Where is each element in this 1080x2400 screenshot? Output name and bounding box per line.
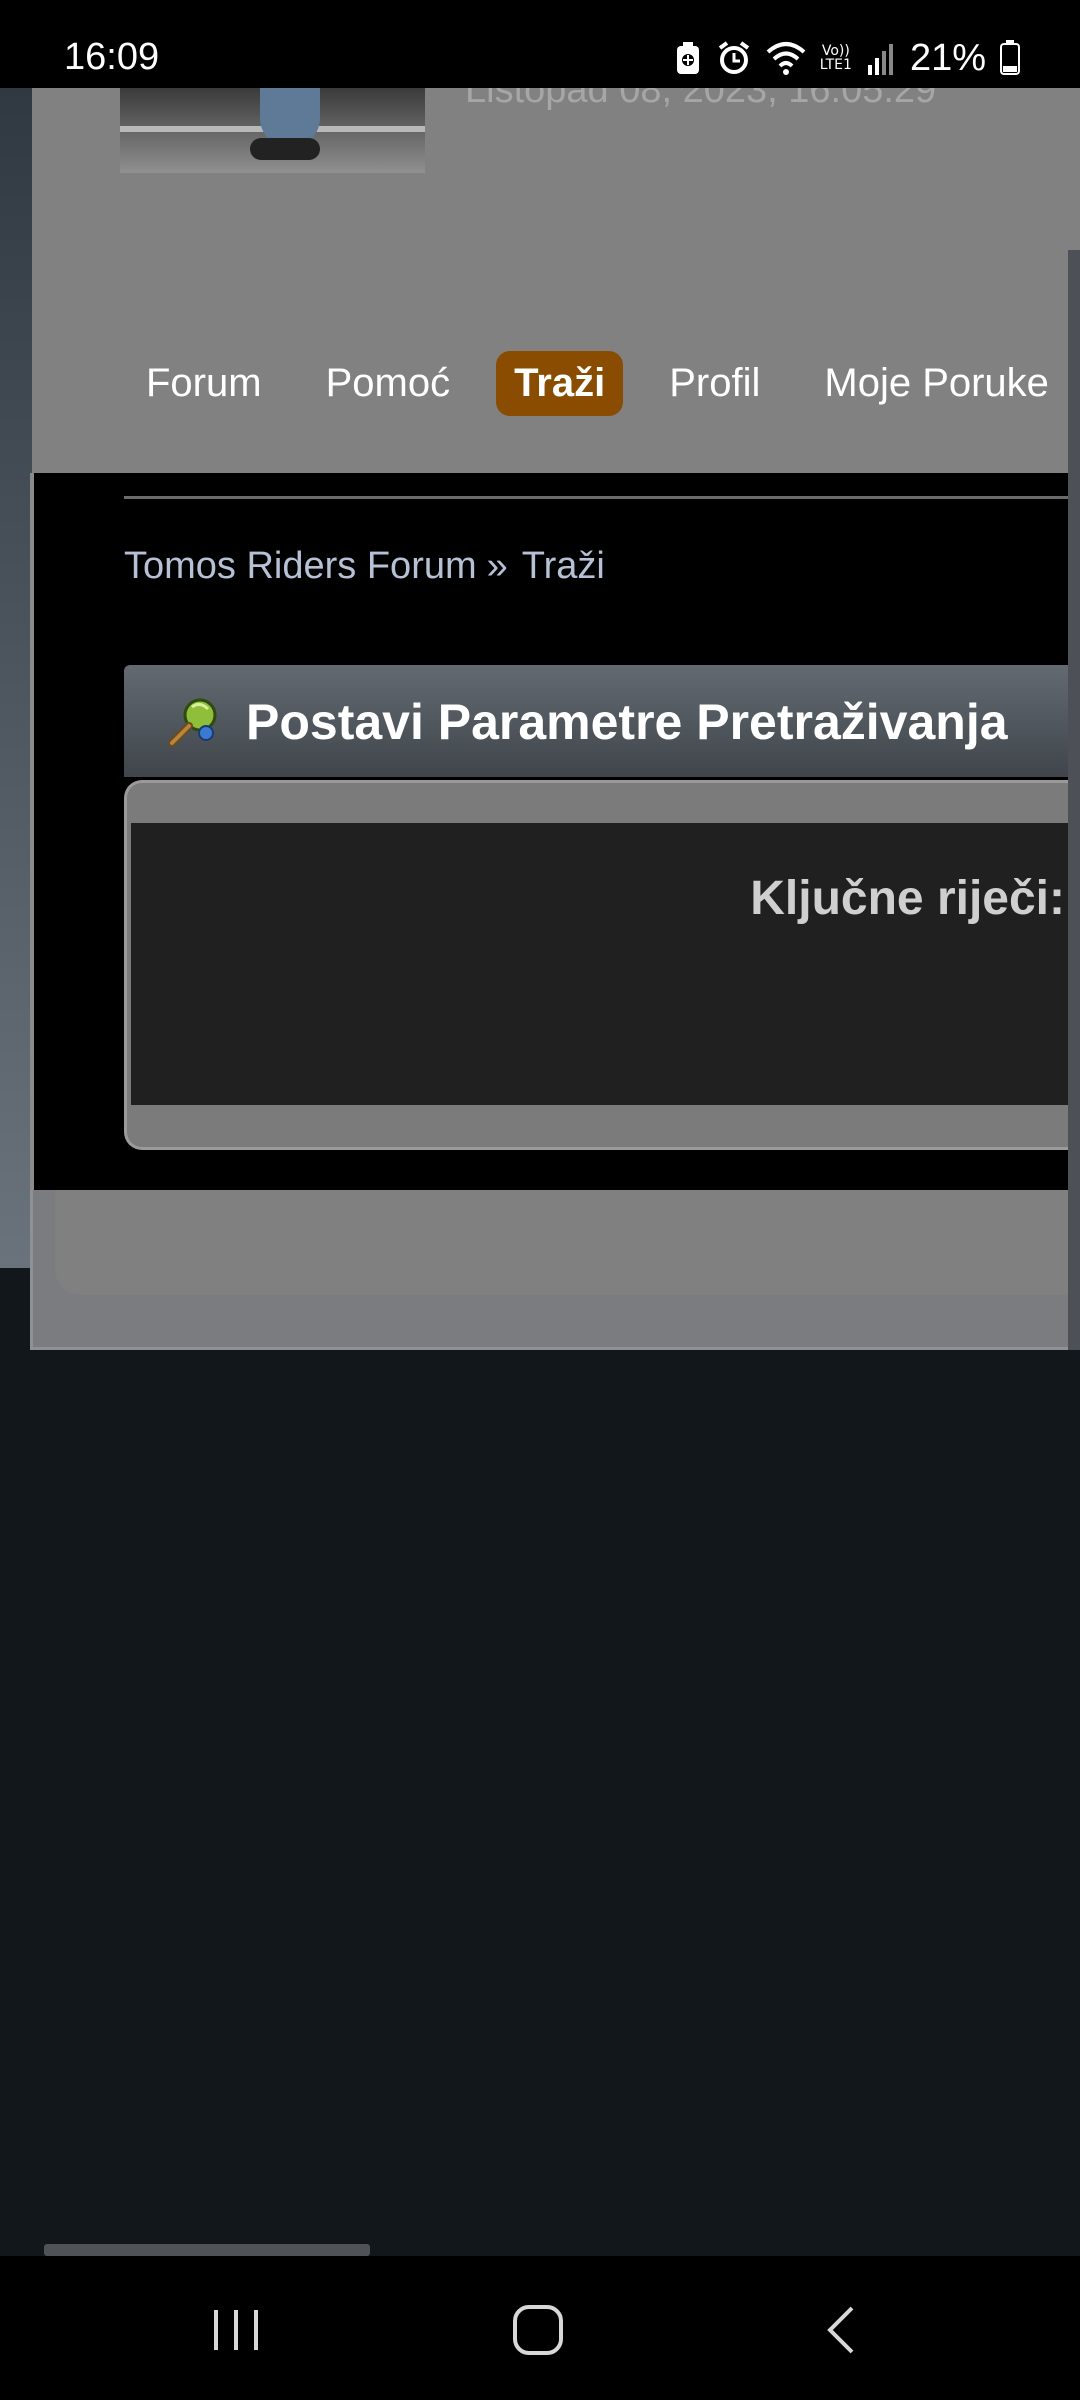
back-icon[interactable] <box>812 2300 872 2360</box>
battery-icon <box>1000 40 1020 76</box>
search-panel-body: Ključne riječi: <box>124 780 1080 1150</box>
search-panel-header: Postavi Parametre Pretraživanja <box>124 665 1080 777</box>
page-left-edge <box>0 88 32 1268</box>
home-icon[interactable] <box>508 2300 568 2360</box>
vertical-scrollbar[interactable] <box>1068 250 1080 1350</box>
nav-forum[interactable]: Forum <box>128 351 280 416</box>
nav-my-messages[interactable]: Moje Poruke <box>806 351 1067 416</box>
battery-percent: 21% <box>909 36 986 79</box>
network-label: Vo)) LTE1 <box>820 44 852 72</box>
network-label-bottom: LTE1 <box>819 57 852 73</box>
divider <box>124 496 1080 499</box>
nav-search[interactable]: Traži <box>496 350 624 416</box>
network-label-top: Vo)) <box>821 43 850 59</box>
nav-profile[interactable]: Profil <box>651 351 778 416</box>
breadcrumb-separator: » <box>486 545 508 587</box>
search-panel-title: Postavi Parametre Pretraživanja <box>246 694 1008 750</box>
horizontal-scrollbar[interactable] <box>44 2244 370 2256</box>
footer-inner <box>55 1190 1080 1295</box>
user-avatar[interactable] <box>120 88 425 173</box>
wifi-icon <box>766 40 806 76</box>
breadcrumb-forum-link[interactable]: Tomos Riders Forum <box>124 545 477 587</box>
breadcrumb-current[interactable]: Traži <box>522 545 605 587</box>
alarm-icon <box>716 40 752 76</box>
keywords-label: Ključne riječi: <box>750 872 1065 925</box>
search-params-icon <box>164 693 222 751</box>
status-icons: Vo)) LTE1 21% <box>674 36 1020 79</box>
page-footer <box>30 1190 1080 1350</box>
screen: 16:09 Vo)) LTE1 21% Listopad 08, 2023, 1… <box>0 0 1080 2400</box>
system-navigation-bar <box>0 2256 1080 2400</box>
nav-help[interactable]: Pomoć <box>308 351 469 416</box>
recent-apps-icon[interactable] <box>206 2300 266 2360</box>
search-form-area: Ključne riječi: <box>131 823 1080 1105</box>
signal-icon <box>866 41 896 75</box>
main-nav: Forum Pomoć Traži Profil Moje Poruke Ka <box>128 348 1080 418</box>
status-bar: 16:09 Vo)) LTE1 21% <box>0 0 1080 88</box>
breadcrumb: Tomos Riders Forum» Traži <box>124 545 605 588</box>
battery-saver-icon <box>674 40 702 76</box>
status-time: 16:09 <box>64 36 160 78</box>
